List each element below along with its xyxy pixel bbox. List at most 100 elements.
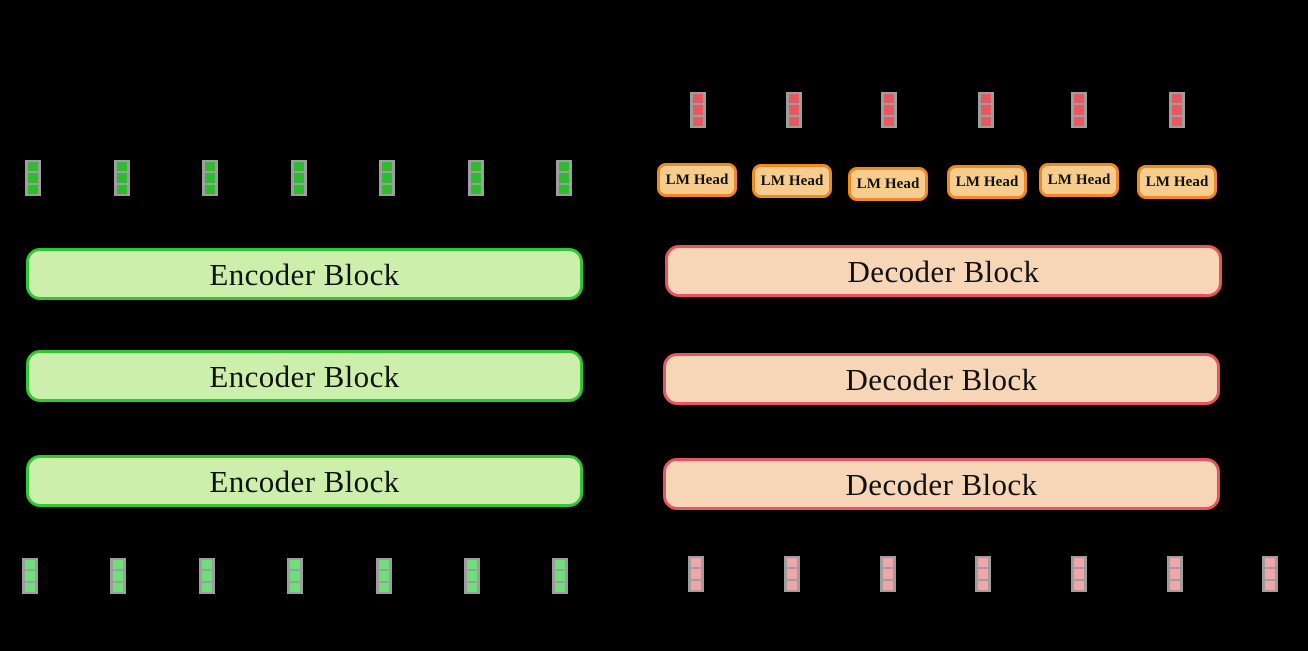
decoder-output-token-cell — [693, 105, 703, 115]
encoder-output-token-cell — [559, 173, 569, 183]
decoder-output-token — [786, 92, 802, 128]
decoder-output-token-cell — [1074, 94, 1084, 104]
encoder-output-token — [556, 160, 572, 196]
lm-head-label: LM Head — [856, 175, 920, 192]
decoder-input-token-cell — [1170, 558, 1180, 568]
encoder-block-label: Encoder Block — [209, 256, 400, 292]
encoder-input-token — [464, 558, 480, 594]
decoder-block-label: Decoder Block — [845, 361, 1038, 397]
encoder-output-token-cell — [28, 184, 38, 194]
decoder-input-token-cell — [691, 569, 701, 579]
lm-head-label: LM Head — [1145, 173, 1209, 190]
encoder-input-token-cell — [379, 560, 389, 570]
encoder-input-token — [287, 558, 303, 594]
decoder-output-token-cell — [789, 105, 799, 115]
encoder-output-token-cell — [471, 162, 481, 172]
diagram-canvas: Encoder Block Encoder Block Encoder Block D… — [0, 0, 1308, 651]
decoder-output-token-cell — [981, 105, 991, 115]
decoder-input-token — [880, 556, 896, 592]
encoder-block[interactable]: Encoder Block — [26, 350, 583, 402]
decoder-input-token-cell — [883, 569, 893, 579]
decoder-output-token — [1169, 92, 1185, 128]
encoder-output-token-cell — [294, 162, 304, 172]
decoder-input-token-cell — [883, 580, 893, 590]
decoder-output-token-cell — [1172, 116, 1182, 126]
decoder-input-token-cell — [883, 558, 893, 568]
decoder-input-token-cell — [787, 580, 797, 590]
encoder-output-token-cell — [382, 173, 392, 183]
decoder-block-label: Decoder Block — [845, 466, 1038, 502]
decoder-input-token — [1262, 556, 1278, 592]
lm-head-label: LM Head — [665, 171, 729, 188]
decoder-output-token-cell — [981, 116, 991, 126]
encoder-output-token-cell — [117, 184, 127, 194]
lm-head-button[interactable]: LM Head — [947, 165, 1027, 199]
decoder-output-token-cell — [884, 105, 894, 115]
decoder-output-token-cell — [693, 94, 703, 104]
decoder-input-token-cell — [1074, 569, 1084, 579]
decoder-output-token — [978, 92, 994, 128]
encoder-output-token — [25, 160, 41, 196]
encoder-input-token-cell — [290, 560, 300, 570]
lm-head-button[interactable]: LM Head — [1137, 165, 1217, 199]
decoder-input-token-cell — [978, 580, 988, 590]
encoder-output-token — [468, 160, 484, 196]
encoder-input-token-cell — [555, 571, 565, 581]
decoder-output-token — [881, 92, 897, 128]
encoder-output-token-cell — [205, 162, 215, 172]
encoder-input-token-cell — [25, 582, 35, 592]
encoder-block-label: Encoder Block — [209, 463, 400, 499]
encoder-input-token-cell — [467, 560, 477, 570]
encoder-input-token-cell — [202, 560, 212, 570]
encoder-output-token-cell — [294, 184, 304, 194]
decoder-input-token-cell — [691, 580, 701, 590]
decoder-input-token-cell — [978, 569, 988, 579]
encoder-output-token-cell — [117, 173, 127, 183]
decoder-input-token-cell — [1170, 569, 1180, 579]
decoder-output-token-cell — [1172, 105, 1182, 115]
decoder-input-token-cell — [1265, 558, 1275, 568]
decoder-output-token-cell — [693, 116, 703, 126]
decoder-block[interactable]: Decoder Block — [663, 353, 1220, 405]
decoder-input-token-cell — [1074, 558, 1084, 568]
encoder-block[interactable]: Encoder Block — [26, 455, 583, 507]
encoder-output-token-cell — [559, 162, 569, 172]
encoder-output-token — [202, 160, 218, 196]
lm-head-label: LM Head — [1047, 171, 1111, 188]
encoder-input-token-cell — [290, 571, 300, 581]
encoder-block-label: Encoder Block — [209, 358, 400, 394]
decoder-block[interactable]: Decoder Block — [665, 245, 1222, 297]
decoder-input-token-cell — [978, 558, 988, 568]
encoder-output-token-cell — [382, 184, 392, 194]
encoder-block[interactable]: Encoder Block — [26, 248, 583, 300]
lm-head-button[interactable]: LM Head — [1039, 163, 1119, 197]
lm-head-button[interactable]: LM Head — [657, 163, 737, 197]
encoder-input-token-cell — [290, 582, 300, 592]
decoder-block[interactable]: Decoder Block — [663, 458, 1220, 510]
encoder-output-token — [379, 160, 395, 196]
encoder-input-token-cell — [379, 571, 389, 581]
encoder-input-token-cell — [379, 582, 389, 592]
decoder-output-token-cell — [981, 94, 991, 104]
decoder-input-token — [784, 556, 800, 592]
encoder-input-token-cell — [555, 582, 565, 592]
encoder-input-token — [552, 558, 568, 594]
decoder-output-token-cell — [1172, 94, 1182, 104]
encoder-output-token-cell — [559, 184, 569, 194]
encoder-output-token-cell — [382, 162, 392, 172]
encoder-input-token-cell — [113, 560, 123, 570]
encoder-output-token-cell — [117, 162, 127, 172]
decoder-input-token-cell — [1170, 580, 1180, 590]
decoder-output-token-cell — [884, 94, 894, 104]
decoder-input-token — [688, 556, 704, 592]
decoder-input-token — [1071, 556, 1087, 592]
decoder-input-token — [975, 556, 991, 592]
decoder-output-token-cell — [1074, 105, 1084, 115]
lm-head-button[interactable]: LM Head — [848, 167, 928, 201]
lm-head-button[interactable]: LM Head — [752, 164, 832, 198]
decoder-output-token-cell — [789, 94, 799, 104]
decoder-block-label: Decoder Block — [847, 253, 1040, 289]
decoder-output-token-cell — [789, 116, 799, 126]
encoder-input-token-cell — [25, 560, 35, 570]
decoder-input-token — [1167, 556, 1183, 592]
